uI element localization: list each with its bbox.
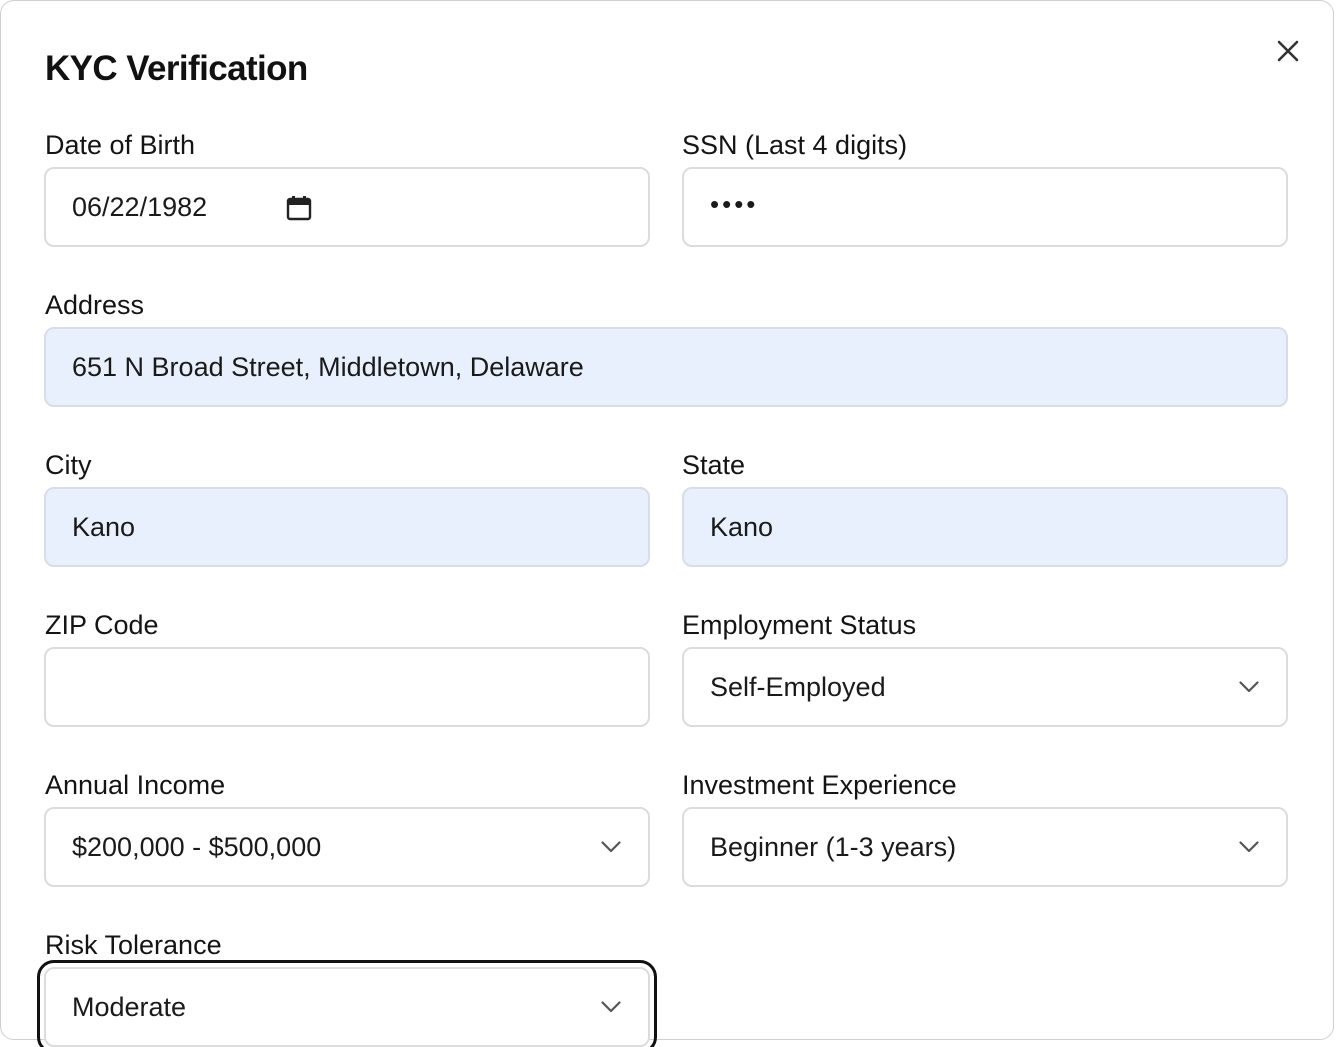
chevron-down-icon — [1238, 676, 1260, 698]
city-input[interactable]: Kano — [44, 487, 650, 567]
zip-label: ZIP Code — [45, 610, 159, 640]
zip-input[interactable] — [44, 647, 650, 727]
close-button[interactable] — [1271, 34, 1305, 68]
state-value: Kano — [710, 511, 774, 542]
income-label: Annual Income — [45, 770, 226, 800]
experience-select[interactable]: Beginner (1-3 years) — [682, 807, 1288, 887]
employment-label: Employment Status — [682, 610, 917, 640]
employment-select[interactable]: Self-Employed — [682, 647, 1288, 727]
chevron-down-icon — [600, 996, 622, 1018]
dob-label: Date of Birth — [45, 130, 196, 160]
income-select[interactable]: $200,000 - $500,000 — [44, 807, 650, 887]
state-label: State — [682, 450, 746, 480]
risk-value: Moderate — [72, 991, 187, 1022]
dob-value: 06/22/1982 — [72, 191, 208, 222]
risk-label: Risk Tolerance — [45, 930, 222, 960]
city-label: City — [45, 450, 92, 480]
address-input[interactable]: 651 N Broad Street, Middletown, Delaware — [44, 327, 1288, 407]
risk-select[interactable]: Moderate — [37, 960, 657, 1047]
kyc-dialog: KYC Verification Date of Birth 06/22/198… — [0, 0, 1334, 1047]
dob-input[interactable]: 06/22/1982 — [44, 167, 650, 247]
city-value: Kano — [72, 511, 136, 542]
income-value: $200,000 - $500,000 — [72, 831, 322, 862]
close-icon — [1277, 40, 1299, 62]
chevron-down-icon — [600, 836, 622, 858]
state-input[interactable]: Kano — [682, 487, 1288, 567]
ssn-label: SSN (Last 4 digits) — [682, 130, 908, 160]
address-value: 651 N Broad Street, Middletown, Delaware — [72, 351, 584, 382]
experience-label: Investment Experience — [682, 770, 957, 800]
dialog-title: KYC Verification — [45, 49, 308, 88]
address-label: Address — [45, 290, 145, 320]
ssn-input[interactable]: •••• — [682, 167, 1288, 247]
employment-value: Self-Employed — [710, 671, 886, 702]
ssn-value: •••• — [710, 189, 759, 219]
calendar-icon[interactable] — [286, 195, 312, 228]
experience-value: Beginner (1-3 years) — [710, 831, 957, 862]
chevron-down-icon — [1238, 836, 1260, 858]
